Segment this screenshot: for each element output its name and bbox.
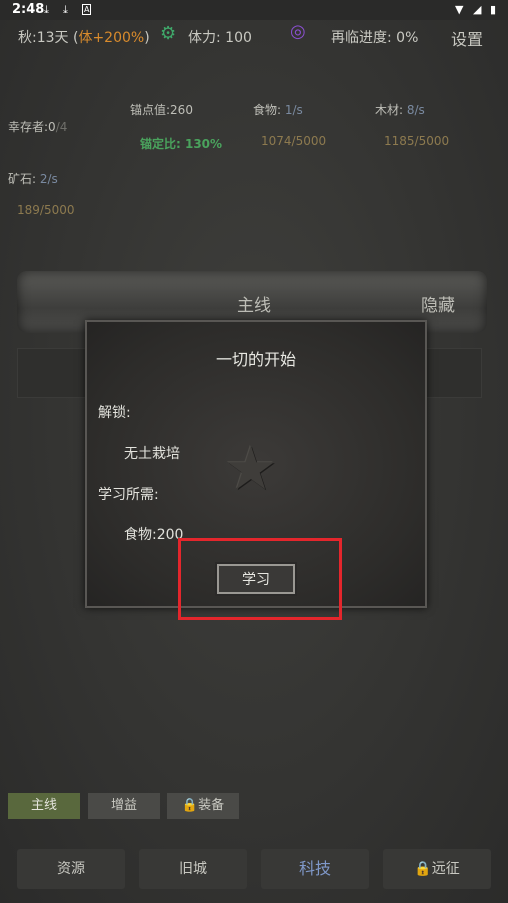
nav-resources[interactable]: 资源: [17, 849, 125, 889]
gear-icon: ⚙: [160, 23, 177, 44]
highlight-box: [178, 538, 342, 620]
download-icon: ⤓: [44, 3, 49, 16]
top-stats-bar: 秋:13天 (体+200%) ⚙ 体力: 100 ◎ 再临进度: 0% 设置: [0, 20, 508, 54]
revisit-progress: 再临进度: 0%: [331, 30, 419, 46]
tab-buff[interactable]: 增益: [88, 793, 160, 819]
food-resource: 食物: 1/s: [253, 101, 303, 118]
food-label: 食物:: [253, 103, 282, 117]
nav-tech[interactable]: 科技: [261, 849, 369, 889]
unlock-item: 无土栽培: [124, 446, 180, 462]
anchor-value: 锚点值:260: [130, 103, 193, 117]
dialog-title: 一切的开始: [215, 350, 296, 369]
tab-main[interactable]: 主线: [8, 793, 80, 819]
wood-resource: 木材: 8/s: [375, 101, 425, 118]
download-icon: ⤓: [63, 3, 68, 16]
ore-label: 矿石:: [8, 172, 37, 186]
anchor-ratio: 锚定比: 130%: [140, 137, 223, 151]
season-day-text: 秋:13天 (: [18, 30, 79, 46]
status-bar: 2:48 ⤓ ⤓ A ▼ ◢ ▮: [0, 0, 508, 20]
settings-button[interactable]: 设置: [451, 26, 483, 50]
tab-equip[interactable]: 🔒装备: [167, 793, 239, 819]
nav-expedition[interactable]: 🔒远征: [383, 849, 491, 889]
battery-icon: ▮: [490, 3, 497, 16]
survivors: 幸存者:0/4: [8, 118, 67, 135]
wood-label: 木材:: [375, 103, 404, 117]
cost-label: 学习所需:: [98, 487, 159, 503]
hide-button[interactable]: 隐藏: [421, 291, 455, 316]
signal-icon: ◢: [473, 3, 482, 16]
food-rate: 1/s: [284, 103, 303, 117]
survivors-label: 幸存者:0: [8, 120, 56, 134]
wood-amount: 1185/5000: [384, 134, 450, 148]
bonus-close: ): [144, 30, 150, 46]
survivors-max: /4: [55, 120, 68, 134]
ore-amount: 189/5000: [17, 203, 75, 217]
wood-rate: 8/s: [406, 103, 425, 117]
stamina-text: 体力: 100: [188, 30, 252, 46]
ore-resource: 矿石: 2/s: [8, 170, 58, 187]
a-icon: A: [82, 4, 92, 15]
nav-old-city[interactable]: 旧城: [139, 849, 247, 889]
ore-rate: 2/s: [39, 172, 58, 186]
wifi-icon: ▼: [455, 3, 464, 16]
portal-icon: ◎: [290, 21, 306, 42]
star-icon: ★: [224, 434, 278, 504]
unlock-label: 解锁:: [98, 405, 131, 421]
main-quest-title: 主线: [237, 296, 271, 316]
cost-item: 食物:200: [124, 527, 184, 543]
status-time: 2:48: [12, 2, 45, 17]
season-day: 秋:13天 (体+200%): [18, 27, 150, 47]
bonus-text: 体+200%: [78, 30, 145, 46]
food-amount: 1074/5000: [261, 134, 327, 148]
